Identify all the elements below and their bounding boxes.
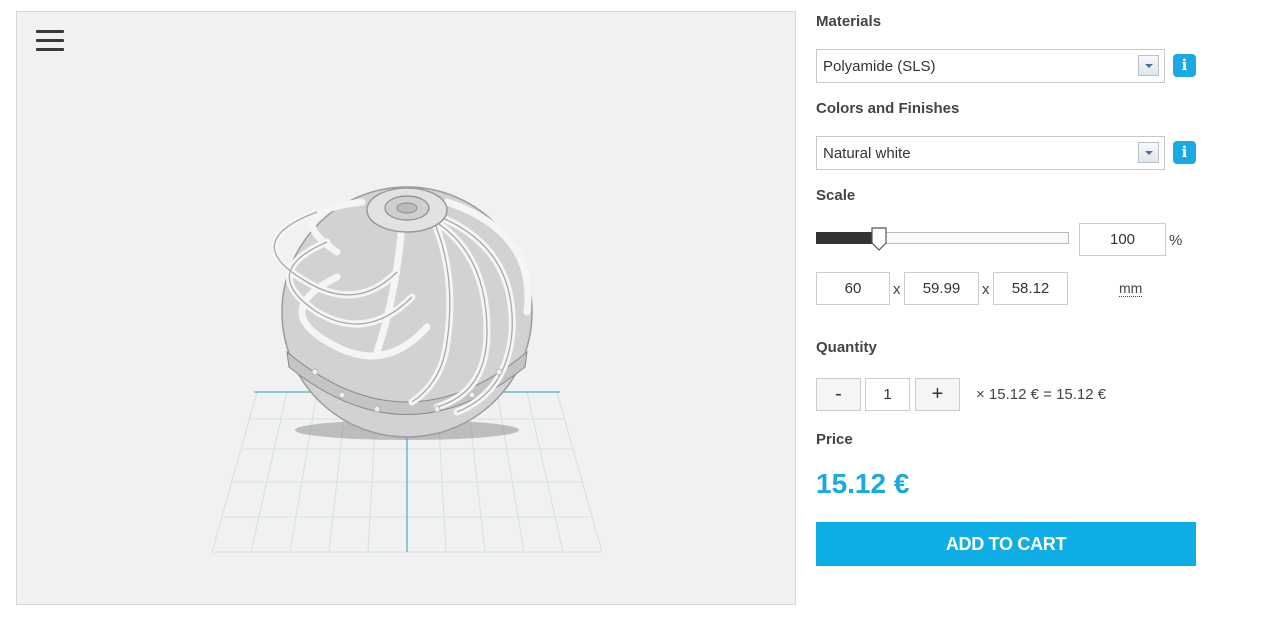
dimension-separator: x <box>982 281 990 298</box>
materials-info-icon[interactable]: i <box>1173 54 1196 77</box>
quantity-label: Quantity <box>816 339 877 356</box>
add-to-cart-button[interactable]: ADD TO CART <box>816 522 1196 566</box>
model-viewer[interactable] <box>16 11 796 605</box>
quantity-input[interactable]: 1 <box>865 378 910 411</box>
slider-fill <box>816 232 879 244</box>
unit-label[interactable]: mm <box>1119 280 1143 297</box>
price-label: Price <box>816 431 853 448</box>
decrease-quantity-button[interactable]: - <box>816 378 861 411</box>
materials-selected-value: Polyamide (SLS) <box>823 58 936 75</box>
materials-select[interactable]: Polyamide (SLS) <box>816 49 1165 83</box>
dropdown-arrow-icon[interactable] <box>1138 142 1159 163</box>
sphere-ornament-model <box>271 186 533 440</box>
scale-percent-input[interactable]: 100 <box>1079 223 1166 256</box>
scale-slider[interactable] <box>816 227 1069 251</box>
dimension-x-input[interactable]: 60 <box>816 272 890 305</box>
scale-label: Scale <box>816 187 856 204</box>
configuration-panel: Materials Polyamide (SLS) i Colors and F… <box>816 0 1216 630</box>
price-value: 15.12 € <box>816 468 910 499</box>
increase-quantity-button[interactable]: + <box>915 378 960 411</box>
materials-label: Materials <box>816 13 882 30</box>
dropdown-arrow-icon[interactable] <box>1138 55 1159 76</box>
quantity-price-summary: × 15.12 € = 15.12 € <box>976 386 1107 403</box>
dimension-separator: x <box>893 281 901 298</box>
finishes-label: Colors and Finishes <box>816 100 960 117</box>
dimension-y-input[interactable]: 59.99 <box>904 272 979 305</box>
model-render[interactable] <box>17 12 797 606</box>
dimension-z-input[interactable]: 58.12 <box>993 272 1068 305</box>
percent-sign: % <box>1169 232 1183 249</box>
finishes-info-icon[interactable]: i <box>1173 141 1196 164</box>
slider-handle[interactable] <box>871 227 887 251</box>
finishes-selected-value: Natural white <box>823 145 911 162</box>
finishes-select[interactable]: Natural white <box>816 136 1165 170</box>
